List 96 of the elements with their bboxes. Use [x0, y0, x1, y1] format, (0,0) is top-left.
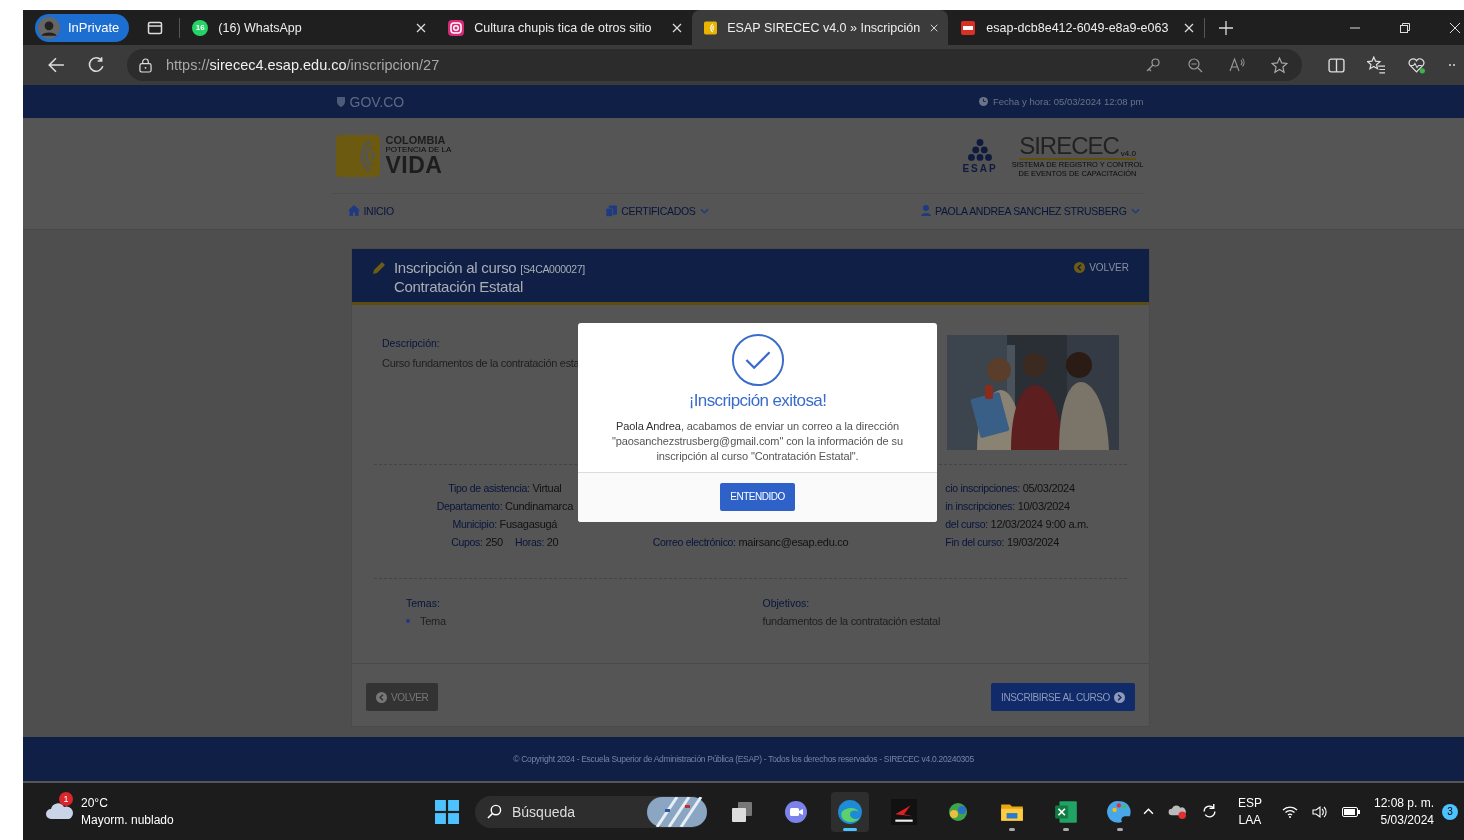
browser-tab[interactable]: ESAP SIRECEC v4.0 » Inscripción — [692, 10, 949, 45]
brand-tagline: POTENCIA DE LA — [385, 145, 452, 154]
home-icon — [347, 205, 360, 216]
clock-icon — [978, 97, 988, 106]
clock-text[interactable]: 12:08 p. m. 5/03/2024 — [1373, 794, 1434, 829]
brand-word: VIDA — [385, 153, 443, 177]
detail-text: Fin del curso: 19/03/2024 — [945, 536, 1059, 548]
shield-icon — [335, 95, 346, 108]
favorites-icon[interactable] — [1367, 56, 1385, 74]
read-aloud-icon[interactable] — [1229, 57, 1245, 73]
detail-text: Horas: 20 — [514, 536, 559, 548]
video-chat-icon — [784, 799, 808, 824]
address-bar[interactable]: https://sirecec4.esap.edu.co/inscripcion/27 — [127, 49, 1302, 81]
detail-text: in inscripciones: 10/03/2024 — [945, 500, 1070, 512]
sync-icon[interactable] — [1200, 803, 1218, 820]
close-icon[interactable] — [1450, 22, 1460, 33]
date-time-text: Fecha y hora: 05/03/2024 12:08 pm — [978, 96, 1144, 107]
wifi-icon[interactable] — [1281, 805, 1298, 818]
enroll-button[interactable]: INSCRIBIRSE AL CURSO — [991, 683, 1135, 711]
arrow-circle-right-icon — [1114, 691, 1125, 703]
more-icon[interactable] — [1448, 63, 1456, 67]
dialog-message: Paola Andrea, acabamos de enviar un correo a la dirección "paosanchezstrusberg@gmail.com" con la información de su inscripción al curso "Contratación Estatal". — [611, 419, 904, 464]
browser-tab[interactable]: Cultura chupis tica de otros sitio — [436, 10, 693, 45]
detail-text: Correo electrónico: mairsanc@esap.edu.co — [652, 536, 849, 548]
user-icon — [920, 205, 931, 216]
search-field[interactable]: Búsqueda — [475, 795, 707, 828]
card-title: Inscripción al curso [S4CA000027] — [394, 259, 586, 276]
topics-label: Temas: — [406, 597, 441, 609]
detail-text: Municipio: Fusagasugá — [452, 518, 558, 530]
close-icon[interactable] — [416, 22, 427, 33]
battery-icon[interactable] — [1341, 806, 1360, 817]
language-indicator[interactable]: ESP LAA — [1231, 794, 1268, 829]
course-name: Contratación Estatal — [394, 278, 525, 295]
profile-button[interactable]: InPrivate — [35, 13, 130, 42]
signal-logo-icon — [704, 19, 718, 36]
arrow-circle-left-icon — [376, 691, 387, 703]
arrow-circle-left-icon — [1074, 262, 1086, 273]
restore-icon[interactable] — [1400, 22, 1410, 33]
detail-text: Cupos: 250 — [451, 536, 503, 548]
detail-text: Tipo de asistencia: Virtual — [448, 482, 562, 494]
check-circle-icon — [730, 333, 785, 387]
notification-badge: 1 — [59, 791, 73, 806]
new-tab-icon[interactable] — [1219, 20, 1234, 35]
arrow-logo-icon — [891, 798, 917, 825]
volume-icon[interactable] — [1311, 804, 1328, 819]
browser-tab[interactable]: 16 (16) WhatsApp — [180, 10, 437, 45]
taskbar-app[interactable] — [831, 791, 869, 832]
weather-text: Mayorm. nublado — [81, 811, 174, 828]
palette-icon — [1107, 798, 1133, 825]
swirl-icon — [837, 798, 863, 825]
notification-badge[interactable]: 3 — [1442, 803, 1458, 820]
star-icon[interactable] — [1271, 56, 1288, 74]
chevron-down-icon — [699, 207, 709, 214]
ok-button[interactable]: ENTENDIDO — [720, 482, 795, 511]
lock-icon — [139, 57, 152, 73]
highway-drawing — [647, 796, 707, 827]
chevron-down-icon — [1130, 207, 1140, 214]
split-screen-icon[interactable] — [1328, 56, 1345, 74]
waves-logo-icon — [335, 134, 380, 177]
chat-bubble-icon: 16 — [192, 19, 209, 36]
chevron-up-icon[interactable] — [1142, 808, 1154, 815]
document-icon — [960, 19, 977, 36]
browser-tab[interactable]: esap-dcb8e412-6049-e8a9-e063 — [948, 10, 1205, 45]
detail-text: cio inscripciones: 05/03/2024 — [945, 482, 1075, 494]
key-icon[interactable] — [1145, 57, 1161, 73]
close-icon[interactable] — [930, 22, 939, 33]
profile-label: InPrivate — [68, 20, 120, 35]
detail-text: del curso: 12/03/2024 9:00 a.m. — [945, 518, 1089, 530]
camera-icon — [448, 19, 465, 36]
tab-actions-icon[interactable] — [147, 19, 164, 36]
close-icon[interactable] — [1184, 22, 1195, 33]
certificate-icon — [606, 204, 618, 217]
copyright-text: © Copyright 2024 - Escuela Superior de Administración Pública (ESAP) - Todos los derechos reservados - SIRECEC v4.0.20240305 — [513, 754, 974, 764]
cloud-error-icon[interactable] — [1167, 804, 1187, 819]
heart-pulse-icon[interactable] — [1407, 56, 1426, 74]
pencil-icon — [372, 261, 386, 275]
start-icon[interactable] — [435, 799, 459, 824]
objectives-label: Objetivos: — [762, 597, 811, 609]
avatar-icon — [38, 16, 60, 39]
bullet-icon — [406, 619, 410, 623]
description-label: Descripción: — [382, 337, 441, 349]
brand-country: COLOMBIA — [385, 134, 447, 146]
spreadsheet-icon — [1053, 798, 1079, 825]
esap-logo-text: ESAP — [962, 163, 998, 174]
windows-stack-icon — [730, 799, 754, 824]
search-icon — [487, 804, 502, 819]
detail-text: Departamento: Cundinamarca — [436, 500, 573, 512]
refresh-icon[interactable] — [87, 56, 105, 74]
back-link[interactable]: VOLVER — [1074, 262, 1129, 273]
zoom-out-icon[interactable] — [1187, 57, 1203, 73]
system-version: v4.0 — [1120, 148, 1136, 158]
dialog-title: ¡Inscripción exitosa! — [688, 391, 827, 411]
close-icon[interactable] — [672, 22, 683, 33]
url-text: https://sirecec4.esap.edu.co/inscripcion/27 — [166, 57, 440, 73]
back-icon[interactable] — [47, 56, 65, 74]
temperature-text: 20°C — [81, 795, 109, 812]
